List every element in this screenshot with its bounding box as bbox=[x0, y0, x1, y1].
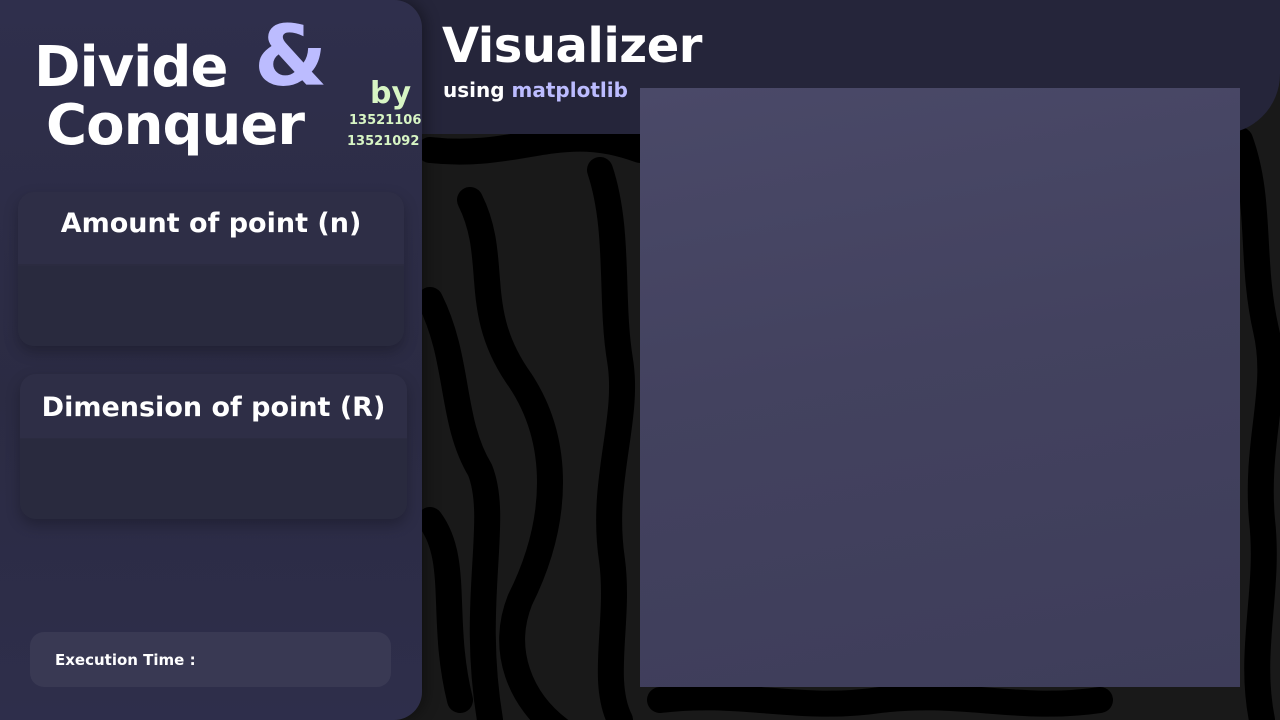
logo-word-conquer: Conquer bbox=[46, 93, 305, 158]
execution-time-box: Execution Time : bbox=[30, 632, 391, 687]
sidebar: Divide & Conquer by 13521106 13521092 Am… bbox=[0, 0, 422, 720]
page-subtitle: using matplotlib bbox=[443, 76, 628, 104]
plot-canvas[interactable] bbox=[640, 88, 1240, 687]
amount-of-point-card: Amount of point (n) bbox=[18, 192, 404, 346]
subtitle-prefix: using bbox=[443, 78, 505, 102]
amount-of-point-label: Amount of point (n) bbox=[60, 208, 362, 239]
dimension-of-point-card: Dimension of point (R) bbox=[20, 374, 407, 519]
app-window: Visualizer using matplotlib Divide & Con… bbox=[0, 0, 1280, 720]
author-id: 13521106 bbox=[349, 113, 422, 128]
subtitle-library: matplotlib bbox=[511, 78, 628, 102]
dimension-of-point-label: Dimension of point (R) bbox=[41, 392, 386, 423]
amount-of-point-input[interactable] bbox=[18, 266, 404, 346]
dimension-of-point-input[interactable] bbox=[20, 439, 407, 519]
by-label: by bbox=[370, 76, 412, 111]
page-title: Visualizer bbox=[442, 18, 702, 74]
execution-time-label: Execution Time : bbox=[55, 651, 196, 669]
author-id: 13521092 bbox=[347, 134, 420, 149]
